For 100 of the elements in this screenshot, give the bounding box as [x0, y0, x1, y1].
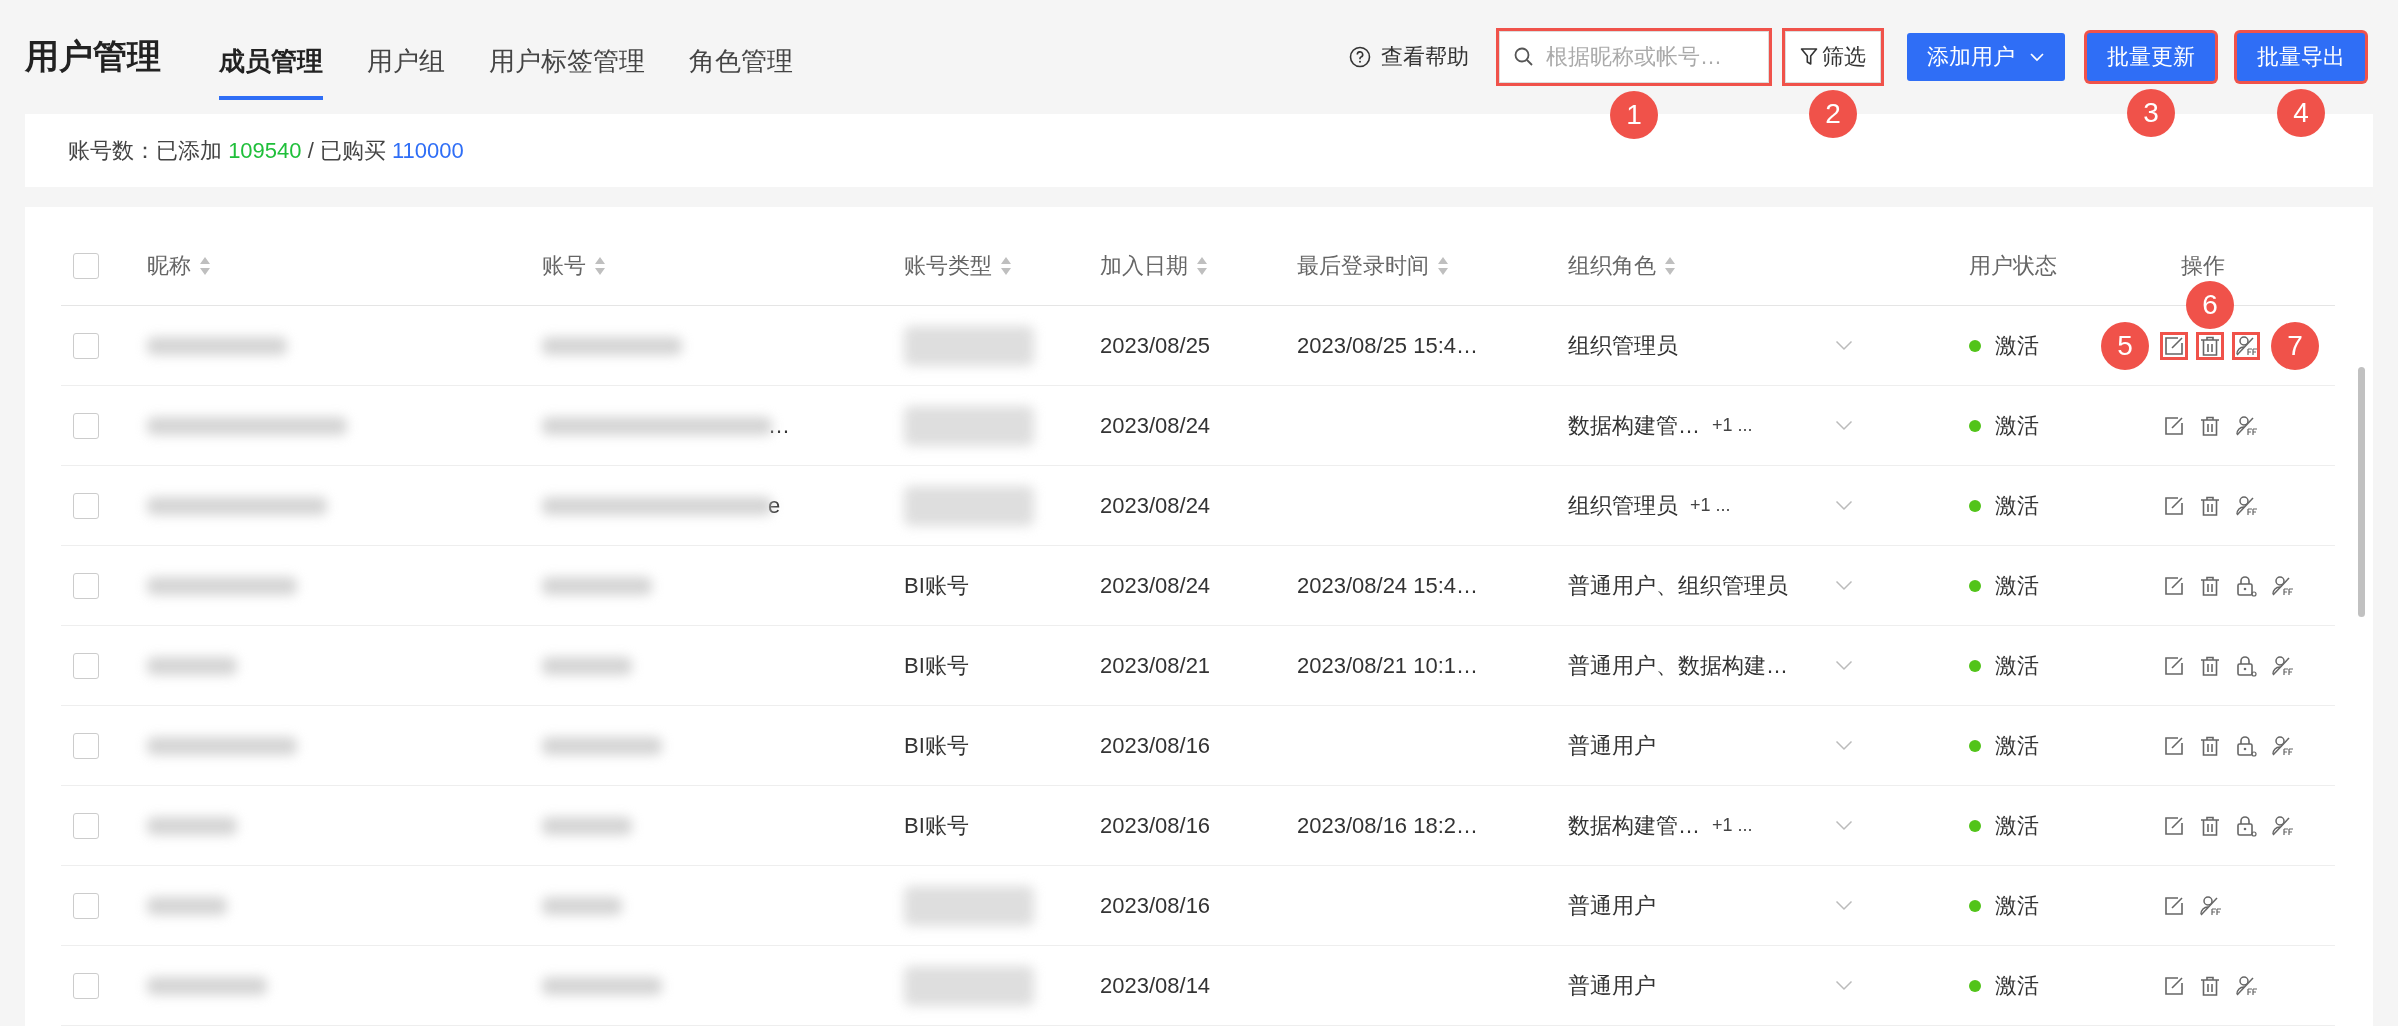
role-text: 数据构建管… [1568, 811, 1700, 840]
checkbox[interactable] [73, 492, 99, 519]
lock-icon[interactable] [2235, 814, 2257, 837]
trash-icon[interactable] [2199, 414, 2221, 437]
edit-icon[interactable] [2163, 574, 2185, 597]
trash-icon[interactable] [2199, 734, 2221, 757]
user-off-icon[interactable] [2271, 734, 2293, 757]
trash-icon[interactable] [2199, 654, 2221, 677]
column-header: 组织角色 [1568, 252, 1656, 280]
role-text: 普通用户 [1568, 731, 1656, 760]
user-off-icon[interactable] [2235, 974, 2257, 997]
status-text: 激活 [1995, 411, 2039, 440]
account-type: BI账号 [904, 731, 969, 760]
join-date: 2023/08/24 [1100, 492, 1211, 519]
trash-icon[interactable] [2199, 574, 2221, 597]
join-date: 2023/08/16 [1100, 812, 1211, 839]
last-login-time: 2023/08/24 15:4… [1297, 572, 1479, 599]
role-text: 普通用户、数据构建… [1568, 651, 1788, 680]
trash-icon[interactable] [2199, 974, 2221, 997]
edit-icon[interactable] [2163, 974, 2185, 997]
checkbox[interactable] [73, 812, 99, 839]
user-off-icon[interactable] [2271, 654, 2293, 677]
edit-icon[interactable] [2163, 494, 2185, 517]
column-header: 最后登录时间 [1297, 252, 1429, 280]
chevron-down-icon [1835, 580, 1853, 591]
callout-number: 2 [1809, 90, 1857, 139]
edit-icon[interactable] [2163, 334, 2185, 357]
lock-icon[interactable] [2235, 574, 2257, 597]
chevron-down-icon [1835, 820, 1853, 831]
checkbox[interactable] [73, 732, 99, 759]
callout-number: 6 [2186, 280, 2234, 329]
add-user-button[interactable]: 添加用户 [1907, 33, 2065, 82]
help-icon [1349, 46, 1371, 69]
edit-icon[interactable] [2163, 894, 2185, 917]
account-type: BI账号 [904, 571, 969, 600]
status-text: 激活 [1995, 491, 2039, 520]
trash-icon[interactable] [2199, 814, 2221, 837]
join-date: 2023/08/14 [1100, 972, 1211, 999]
account-count-text: 账号数：已添加 109540 / 已购买 110000 [68, 136, 464, 165]
last-login-time: 2023/08/25 15:4… [1297, 332, 1479, 359]
chevron-down-icon [1835, 980, 1853, 991]
scrollbar[interactable] [2358, 367, 2365, 617]
help-link[interactable]: 查看帮助 [1349, 42, 1469, 73]
lock-icon[interactable] [2235, 734, 2257, 757]
role-text: 普通用户、组织管理员 [1568, 571, 1788, 600]
status-text: 激活 [1995, 571, 2039, 600]
account-type: BI账号 [904, 651, 969, 680]
edit-icon[interactable] [2163, 734, 2185, 757]
checkbox[interactable] [73, 572, 99, 599]
callout-number: 3 [2127, 89, 2175, 138]
role-text: 普通用户 [1568, 891, 1656, 920]
page-title: 用户管理 [25, 36, 161, 78]
user-off-icon[interactable] [2271, 814, 2293, 837]
role-text: 数据构建管… [1568, 411, 1700, 440]
account-text: e [768, 492, 781, 519]
checkbox[interactable] [73, 412, 99, 439]
role-more-count: +1 ... [1712, 815, 1753, 836]
trash-icon[interactable] [2199, 334, 2221, 357]
role-more-count: +1 ... [1690, 495, 1731, 516]
checkbox[interactable] [73, 972, 99, 999]
column-header: 账号 [542, 252, 586, 280]
chevron-down-icon [1835, 740, 1853, 751]
edit-icon[interactable] [2163, 654, 2185, 677]
tab[interactable]: 用户标签管理 [489, 0, 645, 100]
chevron-down-icon [1835, 900, 1853, 911]
status-text: 激活 [1995, 891, 2039, 920]
join-date: 2023/08/25 [1100, 332, 1211, 359]
chevron-down-icon [1835, 660, 1853, 671]
account-type: BI账号 [904, 811, 969, 840]
search-field[interactable]: 根据昵称或帐号… [1499, 31, 1769, 84]
tab[interactable]: 角色管理 [689, 0, 793, 100]
role-text: 组织管理员 [1568, 331, 1678, 360]
user-off-icon[interactable] [2235, 334, 2257, 357]
column-header: 操作 [2181, 252, 2225, 280]
role-text: 普通用户 [1568, 971, 1656, 1000]
user-off-icon[interactable] [2199, 894, 2221, 917]
last-login-time: 2023/08/21 10:1… [1297, 652, 1479, 679]
checkbox[interactable] [73, 892, 99, 919]
edit-icon[interactable] [2163, 414, 2185, 437]
checkbox[interactable] [73, 332, 99, 359]
select-all-checkbox[interactable] [73, 253, 99, 279]
lock-icon[interactable] [2235, 654, 2257, 677]
role-text: 组织管理员 [1568, 491, 1678, 520]
tab[interactable]: 用户组 [367, 0, 445, 100]
user-off-icon[interactable] [2235, 414, 2257, 437]
filter-icon [1800, 47, 1818, 68]
callout-number: 1 [1610, 91, 1658, 140]
chevron-down-icon [1835, 340, 1853, 351]
status-text: 激活 [1995, 331, 2039, 360]
chevron-down-icon [1835, 500, 1853, 511]
user-off-icon[interactable] [2235, 494, 2257, 517]
tab[interactable]: 成员管理 [219, 0, 323, 100]
checkbox[interactable] [73, 652, 99, 679]
callout-number: 5 [2101, 321, 2149, 370]
user-off-icon[interactable] [2271, 574, 2293, 597]
join-date: 2023/08/24 [1100, 572, 1211, 599]
trash-icon[interactable] [2199, 494, 2221, 517]
role-more-count: +1 ... [1712, 415, 1753, 436]
edit-icon[interactable] [2163, 814, 2185, 837]
callout-number: 7 [2271, 321, 2319, 370]
